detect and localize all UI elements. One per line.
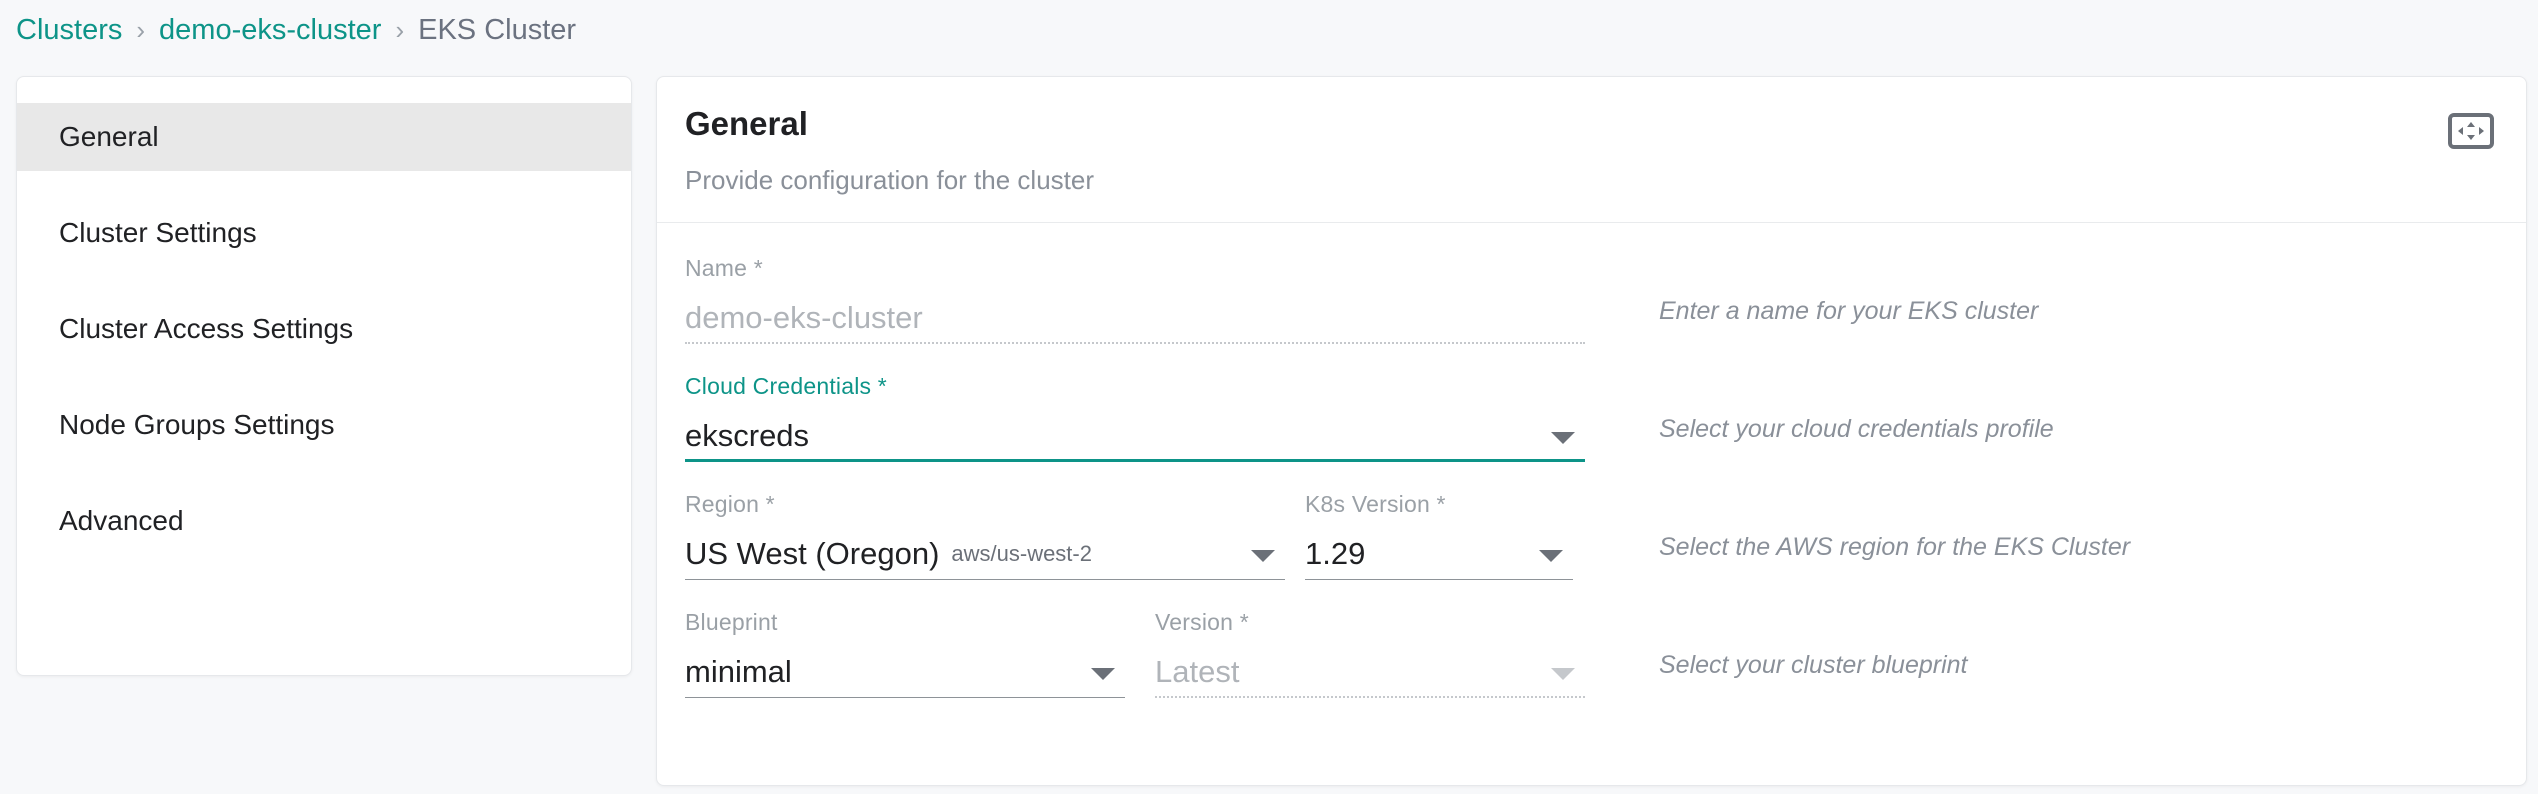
sidebar-item-label: Cluster Access Settings bbox=[59, 313, 354, 344]
blueprint-field-value: minimal bbox=[685, 654, 792, 689]
settings-nav-sidebar: General Cluster Settings Cluster Access … bbox=[16, 76, 632, 676]
blueprint-field-label: Blueprint bbox=[685, 609, 778, 635]
chevron-down-icon[interactable] bbox=[1091, 668, 1115, 680]
page-title: General bbox=[685, 105, 808, 142]
version-field[interactable]: Version * Latest bbox=[1155, 609, 1585, 698]
chevron-down-icon[interactable] bbox=[1551, 432, 1575, 444]
sidebar-item-label: Cluster Settings bbox=[59, 217, 257, 248]
sidebar-item-node-groups-settings[interactable]: Node Groups Settings bbox=[17, 391, 631, 459]
general-form: Name * demo-eks-cluster Enter a name for… bbox=[657, 223, 2526, 719]
region-field-hint: Select the AWS region for the EKS Cluste… bbox=[1659, 533, 2131, 561]
cloud-credentials-field-underline bbox=[685, 459, 1585, 462]
version-field-label: Version * bbox=[1155, 609, 1249, 635]
k8s-version-field-value: 1.29 bbox=[1305, 536, 1366, 571]
name-field[interactable]: Name * demo-eks-cluster bbox=[685, 255, 1585, 344]
region-field-underline bbox=[685, 579, 1285, 580]
version-field-underline bbox=[1155, 696, 1585, 698]
panel-header: General Provide configuration for the cl… bbox=[657, 77, 2526, 222]
breadcrumb-separator-icon: › bbox=[395, 14, 405, 45]
cloud-credentials-field-value: ekscreds bbox=[685, 418, 810, 453]
sidebar-item-cluster-settings[interactable]: Cluster Settings bbox=[17, 199, 631, 267]
cloud-credentials-field-label: Cloud Credentials * bbox=[685, 373, 887, 399]
panel-subtitle: Provide configuration for the cluster bbox=[685, 165, 1094, 195]
region-field-label: Region * bbox=[685, 491, 775, 517]
breadcrumb-item-clusters[interactable]: Clusters bbox=[16, 14, 122, 47]
region-field-sub-value: aws/us-west-2 bbox=[951, 541, 1092, 566]
chevron-down-icon[interactable] bbox=[1251, 550, 1275, 562]
sidebar-item-label: General bbox=[59, 121, 159, 152]
cloud-credentials-field[interactable]: Cloud Credentials * ekscreds bbox=[685, 373, 1585, 468]
general-settings-panel: General Provide configuration for the cl… bbox=[656, 76, 2527, 786]
fullscreen-expand-icon-glyph bbox=[2448, 113, 2494, 149]
sidebar-item-label: Advanced bbox=[59, 505, 184, 536]
form-row-region: Region * US West (Oregon) aws/us-west-2 … bbox=[657, 483, 2526, 601]
sidebar-item-label: Node Groups Settings bbox=[59, 409, 335, 440]
chevron-down-icon[interactable] bbox=[1551, 668, 1575, 680]
form-row-name: Name * demo-eks-cluster Enter a name for… bbox=[657, 247, 2526, 365]
breadcrumb-item-demo-eks-cluster[interactable]: demo-eks-cluster bbox=[159, 14, 381, 47]
blueprint-field-underline bbox=[685, 697, 1125, 698]
sidebar-item-general[interactable]: General bbox=[17, 103, 631, 171]
name-field-hint: Enter a name for your EKS cluster bbox=[1659, 297, 2039, 325]
blueprint-field[interactable]: Blueprint minimal bbox=[685, 609, 1125, 698]
form-row-cloud-credentials: Cloud Credentials * ekscreds Select your… bbox=[657, 365, 2526, 483]
name-field-label: Name * bbox=[685, 255, 763, 281]
form-row-blueprint: Blueprint minimal Version * Latest Selec… bbox=[657, 601, 2526, 719]
k8s-version-field[interactable]: K8s Version * 1.29 bbox=[1305, 491, 1573, 580]
k8s-version-field-underline bbox=[1305, 579, 1573, 580]
breadcrumb-separator-icon: › bbox=[136, 14, 146, 45]
name-field-value: demo-eks-cluster bbox=[685, 300, 923, 335]
region-field[interactable]: Region * US West (Oregon) aws/us-west-2 bbox=[685, 491, 1285, 580]
version-field-value: Latest bbox=[1155, 654, 1240, 689]
blueprint-field-hint: Select your cluster blueprint bbox=[1659, 651, 1968, 679]
fullscreen-expand-icon[interactable] bbox=[2448, 113, 2494, 149]
k8s-version-field-label: K8s Version * bbox=[1305, 491, 1446, 517]
sidebar-item-cluster-access-settings[interactable]: Cluster Access Settings bbox=[17, 295, 631, 363]
chevron-down-icon[interactable] bbox=[1539, 550, 1563, 562]
breadcrumb: Clusters › demo-eks-cluster › EKS Cluste… bbox=[16, 0, 576, 60]
region-field-value: US West (Oregon) bbox=[685, 536, 940, 571]
name-field-underline bbox=[685, 342, 1585, 344]
breadcrumb-item-eks-cluster: EKS Cluster bbox=[418, 13, 577, 46]
cloud-credentials-field-hint: Select your cloud credentials profile bbox=[1659, 415, 2054, 443]
sidebar-item-advanced[interactable]: Advanced bbox=[17, 487, 631, 555]
